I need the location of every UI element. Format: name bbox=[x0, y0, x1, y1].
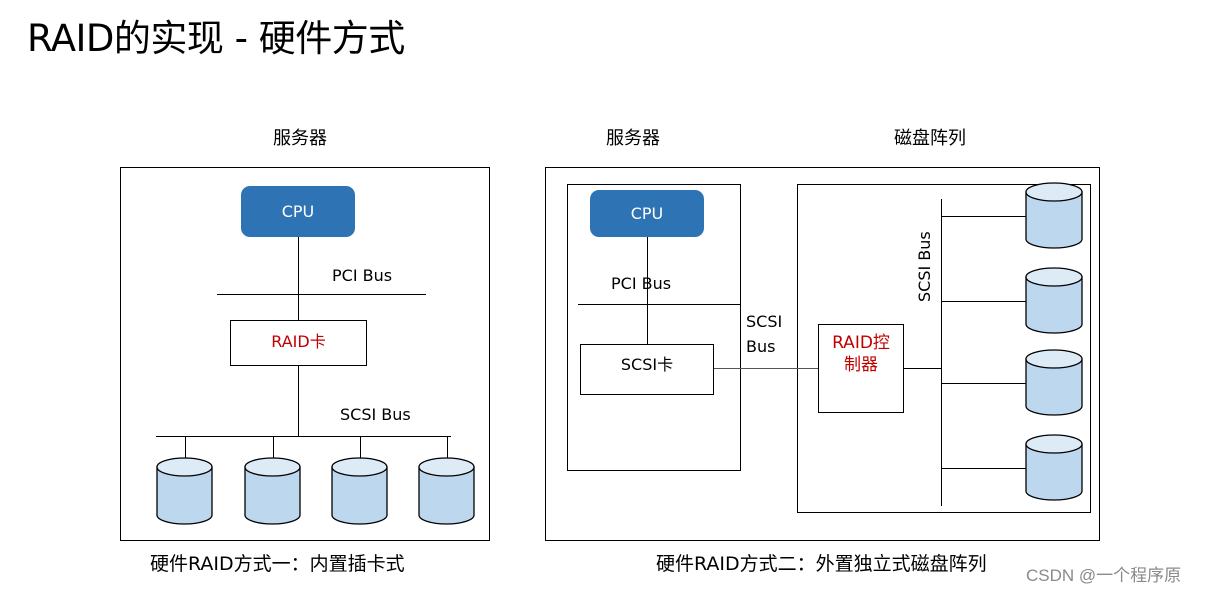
disk-branch-line bbox=[942, 467, 1026, 469]
slide-title: RAID的实现 - 硬件方式 bbox=[27, 17, 405, 60]
pci-bus-line bbox=[217, 294, 426, 295]
disk-top bbox=[1025, 434, 1083, 454]
disk-drop-line bbox=[184, 437, 186, 459]
array-disk-2-icon bbox=[1025, 267, 1083, 334]
raid-card-label: RAID卡 bbox=[271, 332, 326, 351]
server-label-2: 服务器 bbox=[606, 128, 660, 149]
disk-branch-line bbox=[942, 300, 1026, 302]
cpu-block: CPU bbox=[241, 186, 355, 237]
pci-bus-label: PCI Bus bbox=[332, 266, 393, 285]
scsi-bus-label-2: SCSI Bus bbox=[746, 309, 782, 359]
cpu-block-2: CPU bbox=[590, 190, 704, 237]
array-disk-1-icon bbox=[1025, 182, 1083, 249]
array-scsi-bus-line bbox=[941, 199, 942, 506]
scsi-bus-label-line2: Bus bbox=[746, 337, 776, 356]
disk-top bbox=[156, 457, 213, 477]
caption-internal: 硬件RAID方式一：内置插卡式 bbox=[150, 553, 405, 575]
disk-top bbox=[244, 457, 301, 477]
disk-3-icon bbox=[331, 457, 388, 525]
disk-array-label: 磁盘阵列 bbox=[894, 128, 966, 149]
caption-external: 硬件RAID方式二：外置独立式磁盘阵列 bbox=[656, 553, 987, 575]
disk-top bbox=[418, 457, 475, 477]
disk-branch-line bbox=[942, 382, 1026, 384]
scsi-cable-line bbox=[714, 368, 818, 369]
disk-top bbox=[1025, 349, 1083, 369]
pci-bus-label-2: PCI Bus bbox=[611, 274, 672, 293]
cpu-to-pci-line bbox=[298, 237, 299, 321]
cpu-label: CPU bbox=[281, 202, 315, 221]
disk-top bbox=[1025, 267, 1083, 287]
disk-top bbox=[331, 457, 388, 477]
disk-4-icon bbox=[418, 457, 475, 525]
disk-2-icon bbox=[244, 457, 301, 525]
watermark: CSDN @一个程序原 bbox=[1026, 566, 1182, 585]
disk-drop-line bbox=[359, 437, 361, 459]
disk-branch-line bbox=[942, 215, 1026, 217]
cpu-label-2: CPU bbox=[630, 204, 664, 223]
scsi-card-label: SCSI卡 bbox=[620, 355, 674, 374]
pci-bus-line-2 bbox=[578, 304, 740, 305]
disk-top bbox=[1025, 182, 1083, 202]
array-disk-4-icon bbox=[1025, 434, 1083, 501]
scsi-bus-line bbox=[156, 436, 451, 437]
disk-drop-line bbox=[272, 437, 274, 459]
raid-card: RAID卡 bbox=[230, 320, 367, 366]
raid-to-scsi-line bbox=[298, 366, 299, 437]
scsi-bus-label: SCSI Bus bbox=[340, 405, 411, 424]
array-scsi-bus-label: SCSI Bus bbox=[915, 231, 934, 302]
scsi-bus-label-line1: SCSI bbox=[746, 312, 783, 331]
controller-to-bus-line bbox=[904, 368, 942, 369]
raid-controller-line2: 制器 bbox=[844, 355, 878, 375]
raid-controller: RAID控 制器 bbox=[818, 324, 904, 413]
disk-1-icon bbox=[156, 457, 213, 525]
scsi-card: SCSI卡 bbox=[580, 344, 714, 395]
disk-drop-line bbox=[446, 437, 448, 459]
array-disk-3-icon bbox=[1025, 349, 1083, 416]
server-label: 服务器 bbox=[273, 128, 327, 149]
raid-controller-line1: RAID控 bbox=[832, 333, 890, 353]
